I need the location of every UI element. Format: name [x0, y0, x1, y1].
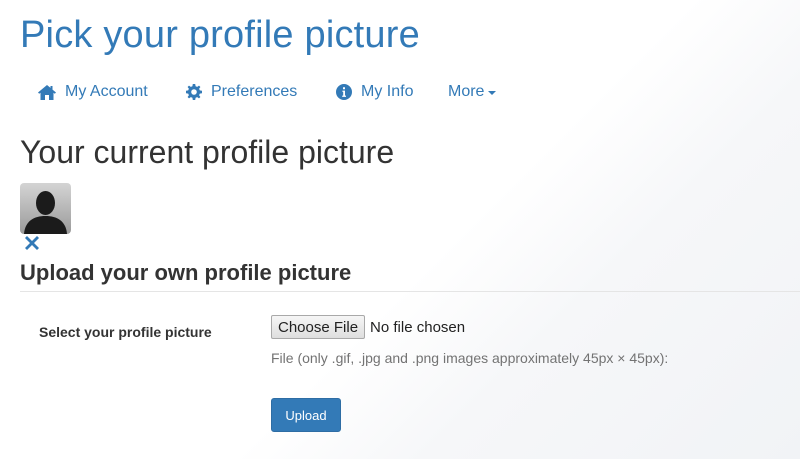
file-status-text: No file chosen	[370, 318, 466, 336]
nav-label: My Account	[65, 83, 148, 100]
nav-label: Preferences	[211, 83, 298, 100]
gear-icon	[186, 84, 202, 100]
profile-nav: My Account Preferences My Info More	[38, 79, 497, 105]
nav-label: More	[448, 83, 485, 100]
section-divider	[20, 291, 800, 292]
page-title: Pick your profile picture	[20, 14, 420, 56]
nav-label: My Info	[361, 83, 414, 100]
profile-picture-file-input: Choose File No file chosen	[271, 315, 465, 339]
avatar-silhouette-icon	[24, 191, 67, 234]
file-help-text: File (only .gif, .jpg and .png images ap…	[271, 350, 669, 366]
nav-item-my-info[interactable]: My Info	[336, 83, 448, 101]
background	[0, 0, 800, 459]
upload-heading: Upload your own profile picture	[20, 260, 352, 285]
current-avatar	[20, 183, 71, 234]
upload-button[interactable]: Upload	[271, 398, 341, 432]
remove-picture-icon[interactable]	[25, 236, 39, 250]
caret-down-icon	[488, 91, 497, 95]
nav-item-my-account[interactable]: My Account	[38, 83, 186, 101]
info-circle-icon	[336, 84, 352, 100]
profile-picture-label: Select your profile picture	[39, 324, 212, 340]
nav-item-preferences[interactable]: Preferences	[186, 83, 336, 101]
nav-item-more-dropdown[interactable]: More	[448, 83, 497, 101]
choose-file-button[interactable]: Choose File	[271, 315, 366, 339]
current-picture-heading: Your current profile picture	[20, 134, 395, 170]
home-icon	[38, 84, 56, 100]
